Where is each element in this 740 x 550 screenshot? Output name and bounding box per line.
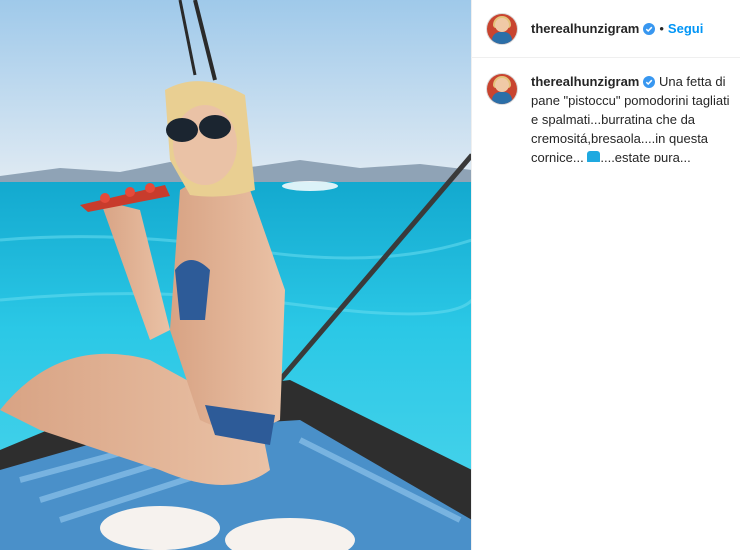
user-avatar[interactable] bbox=[487, 13, 517, 44]
instagram-post: therealhunzigram • Segui therealhunzigra… bbox=[0, 0, 740, 550]
post-photo[interactable] bbox=[0, 0, 472, 550]
verified-badge-icon bbox=[643, 76, 656, 88]
verified-badge-icon bbox=[643, 22, 656, 35]
beach-boat-photo bbox=[0, 0, 471, 550]
post-caption: therealhunzigram Una fetta di pane "pist… bbox=[472, 58, 740, 162]
separator-dot: • bbox=[659, 21, 664, 36]
caption-text: therealhunzigram Una fetta di pane "pist… bbox=[531, 72, 730, 162]
caption-ending: ....estate pura... bbox=[600, 150, 691, 162]
water-wave-emoji-icon bbox=[587, 151, 601, 162]
caption-avatar[interactable] bbox=[487, 74, 517, 104]
follow-button[interactable]: Segui bbox=[668, 21, 703, 36]
header-username[interactable]: therealhunzigram bbox=[531, 21, 639, 36]
post-sidebar: therealhunzigram • Segui therealhunzigra… bbox=[472, 0, 740, 550]
caption-username[interactable]: therealhunzigram bbox=[531, 74, 639, 89]
post-header: therealhunzigram • Segui bbox=[472, 0, 740, 58]
